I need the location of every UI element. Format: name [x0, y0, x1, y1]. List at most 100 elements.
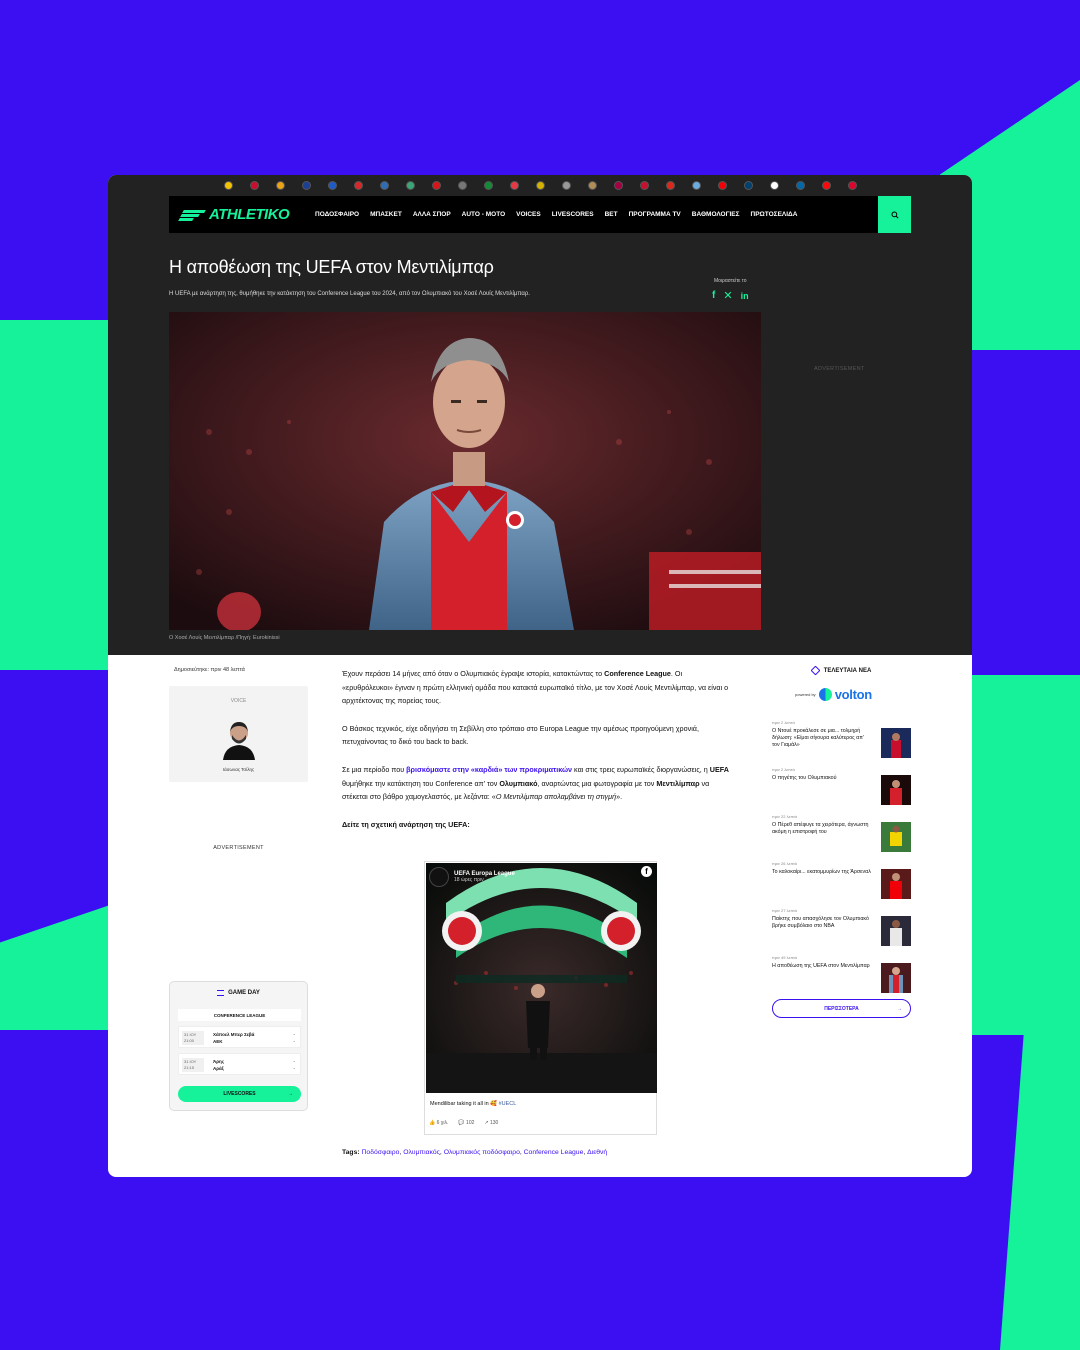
news-headline[interactable]: Ο πηγέτης του Ολυμπιακού — [772, 775, 872, 782]
club-logo-icon[interactable] — [738, 178, 758, 192]
nav-item-football[interactable]: ΠΟΔΟΣΦΑΙΡΟ — [315, 211, 359, 218]
nav-item-front-pages[interactable]: ΠΡΩΤΟΣΕΛΙΔΑ — [751, 211, 798, 218]
voice-author-card[interactable]: VOICE Ιάσωνας Τσίλης — [169, 686, 308, 782]
livescores-button[interactable]: LIVESCORES → — [178, 1086, 301, 1102]
club-logo-icon[interactable] — [764, 178, 784, 192]
article-subtitle: Η UEFA με ανάρτηση της, θυμήθηκε την κατ… — [169, 291, 530, 297]
news-headline[interactable]: Παίκτης που απασχόλησε τον Ολυμπιακό βρή… — [772, 916, 872, 930]
background-shape — [0, 905, 110, 1030]
shares-count[interactable]: ↗ 130 — [484, 1120, 498, 1126]
more-news-button[interactable]: ΠΕΡΙΣΣΟΤΕΡΑ → — [772, 999, 911, 1018]
nav-item-livescores[interactable]: LIVESCORES — [552, 211, 594, 218]
news-thumbnail[interactable] — [881, 869, 911, 899]
webpage-frame: ATHLETIKO ΠΟΔΟΣΦΑΙΡΟ ΜΠΑΣΚΕΤ ΑΛΛΑ ΣΠΟΡ A… — [108, 175, 972, 1177]
club-logo-icon[interactable] — [842, 178, 862, 192]
article-paragraph: Ο Βάσκος τεχνικός, είχε οδηγήσει τη Σεβί… — [342, 723, 699, 747]
latest-news-item[interactable]: πριν 22 λεπτά Ο Πέρεθ απέφυγε τα χειρότε… — [772, 814, 911, 852]
advertisement-label: ADVERTISEMENT — [814, 366, 865, 372]
gameday-title-text: GAME DAY — [228, 990, 260, 996]
news-thumbnail[interactable] — [881, 728, 911, 758]
more-news-label: ΠΕΡΙΣΣΟΤΕΡΑ — [824, 1005, 859, 1012]
search-button[interactable] — [878, 196, 911, 233]
club-logo-icon[interactable] — [816, 178, 836, 192]
nav-item-voices[interactable]: VOICES — [516, 211, 541, 218]
club-logo-icon[interactable] — [244, 178, 264, 192]
latest-news-item[interactable]: πριν 26 λεπτά Το καλοκαίρι... εκατομμυρί… — [772, 861, 911, 899]
news-thumbnail[interactable] — [881, 963, 911, 993]
voice-label: VOICE — [230, 698, 247, 704]
club-logo-icon[interactable] — [712, 178, 732, 192]
club-logo-icon[interactable] — [582, 178, 602, 192]
tag-link[interactable]: Ολυμπιακός ποδόσφαιρο — [444, 1149, 520, 1156]
club-logo-icon[interactable] — [322, 178, 342, 192]
club-logo-icon[interactable] — [478, 178, 498, 192]
match-date: 31 ΙΟΥ 21:15 — [182, 1058, 204, 1072]
published-time: Δημοσιεύτηκε: πριν 48 λεπτά — [174, 667, 245, 673]
club-logo-icon[interactable] — [296, 178, 316, 192]
nav-item-basketball[interactable]: ΜΠΑΣΚΕΤ — [370, 211, 402, 218]
facebook-icon[interactable]: f — [712, 290, 715, 301]
tag-link[interactable]: Ολυμπιακός — [403, 1149, 440, 1156]
facebook-embed[interactable]: UEFA Europa League 18 ώρες πριν f Mendil… — [424, 861, 657, 1135]
club-logo-icon[interactable] — [426, 178, 446, 192]
comments-count[interactable]: 💬 102 — [458, 1120, 474, 1126]
club-logo-icon[interactable] — [608, 178, 628, 192]
share-label: Μοιραστείτε το — [714, 278, 747, 284]
tag-link[interactable]: Διεθνή — [587, 1149, 607, 1156]
x-icon[interactable]: ✕ — [723, 289, 732, 302]
hashtag-link[interactable]: #UECL — [499, 1101, 517, 1107]
club-logo-icon[interactable] — [790, 178, 810, 192]
latest-news-item[interactable]: πριν 2 λεπτά Ο πηγέτης του Ολυμπιακού — [772, 767, 911, 805]
club-logo-icon[interactable] — [556, 178, 576, 192]
sponsor-block[interactable]: powered by volton — [795, 687, 872, 702]
club-logo-icon[interactable] — [686, 178, 706, 192]
club-logo-icon[interactable] — [634, 178, 654, 192]
tags-label: Tags: — [342, 1149, 362, 1156]
news-thumbnail[interactable] — [881, 775, 911, 805]
article-body: Έχουν περάσει 14 μήνες από όταν ο Ολυμπι… — [342, 667, 732, 845]
news-thumbnail[interactable] — [881, 822, 911, 852]
club-logo-icon[interactable] — [452, 178, 472, 192]
news-time: πριν 49 λεπτά — [772, 955, 797, 960]
news-time: πριν 2 λεπτά — [772, 720, 795, 725]
nav-item-tv-program[interactable]: ΠΡΟΓΡΑΜΜΑ TV — [629, 211, 681, 218]
nav-item-standings[interactable]: ΒΑΘΜΟΛΟΓΙΕΣ — [692, 211, 740, 218]
tag-link[interactable]: Conference League — [524, 1149, 584, 1156]
reactions-count[interactable]: 👍 6 χιλ. — [429, 1120, 448, 1126]
facebook-post-caption: Mendilibar taking it all in 🥰 #UECL — [430, 1101, 517, 1107]
club-logo-icon[interactable] — [374, 178, 394, 192]
nav-item-other-sports[interactable]: ΑΛΛΑ ΣΠΟΡ — [413, 211, 451, 218]
club-logo-icon[interactable] — [660, 178, 680, 192]
latest-news-item[interactable]: πριν 2 λεπτά Ο Ντουέ προκάλεσε σε μια...… — [772, 720, 911, 758]
article-inline-link[interactable]: βρισκόμαστε στην «καρδιά» των προκριματι… — [406, 765, 572, 774]
main-navbar: ATHLETIKO ΠΟΔΟΣΦΑΙΡΟ ΜΠΑΣΚΕΤ ΑΛΛΑ ΣΠΟΡ A… — [169, 196, 911, 233]
linkedin-icon[interactable]: in — [741, 291, 749, 301]
avatar — [223, 722, 255, 760]
club-logo-icon[interactable] — [348, 178, 368, 192]
nav-item-bet[interactable]: BET — [605, 211, 618, 218]
news-thumbnail[interactable] — [881, 916, 911, 946]
club-logo-icon[interactable] — [270, 178, 290, 192]
news-headline[interactable]: Ο Ντουέ προκάλεσε σε μια... τολμηρή δήλω… — [772, 728, 872, 749]
match-row[interactable]: 31 ΙΟΥ 21:00 Χάποελ Μπερ Σεβά ΑΕΚ -- — [178, 1026, 301, 1048]
tag-link[interactable]: Ποδόσφαιρο — [362, 1149, 400, 1156]
match-date: 31 ΙΟΥ 21:00 — [182, 1031, 204, 1045]
site-logo[interactable]: ATHLETIKO — [178, 206, 313, 223]
news-headline[interactable]: Η αποθέωση της UEFA στον Μεντιλίμπαρ — [772, 963, 872, 970]
club-logo-icon[interactable] — [218, 178, 238, 192]
match-row[interactable]: 31 ΙΟΥ 21:15 Άρης Αράξ -- — [178, 1053, 301, 1075]
nav-item-auto-moto[interactable]: AUTO - MOTO — [462, 211, 505, 218]
news-headline[interactable]: Ο Πέρεθ απέφυγε τα χειρότερα, άγνωστη ακ… — [772, 822, 872, 836]
gameday-icon — [217, 990, 225, 996]
news-headline[interactable]: Το καλοκαίρι... εκατομμυρίων της Άρσεναλ — [772, 869, 872, 876]
news-time: πριν 2 λεπτά — [772, 767, 795, 772]
facebook-icon[interactable]: f — [641, 866, 652, 877]
page-avatar[interactable] — [429, 867, 449, 887]
article-tags: Tags: Ποδόσφαιρο, Ολυμπιακός, Ολυμπιακός… — [342, 1149, 608, 1156]
latest-news-item[interactable]: πριν 27 λεπτά Παίκτης που απασχόλησε τον… — [772, 908, 911, 946]
latest-news-item[interactable]: πριν 49 λεπτά Η αποθέωση της UEFA στον Μ… — [772, 955, 911, 993]
club-logo-icon[interactable] — [530, 178, 550, 192]
club-logo-icon[interactable] — [504, 178, 524, 192]
club-logo-icon[interactable] — [400, 178, 420, 192]
share-icons: f ✕ in — [712, 289, 749, 302]
